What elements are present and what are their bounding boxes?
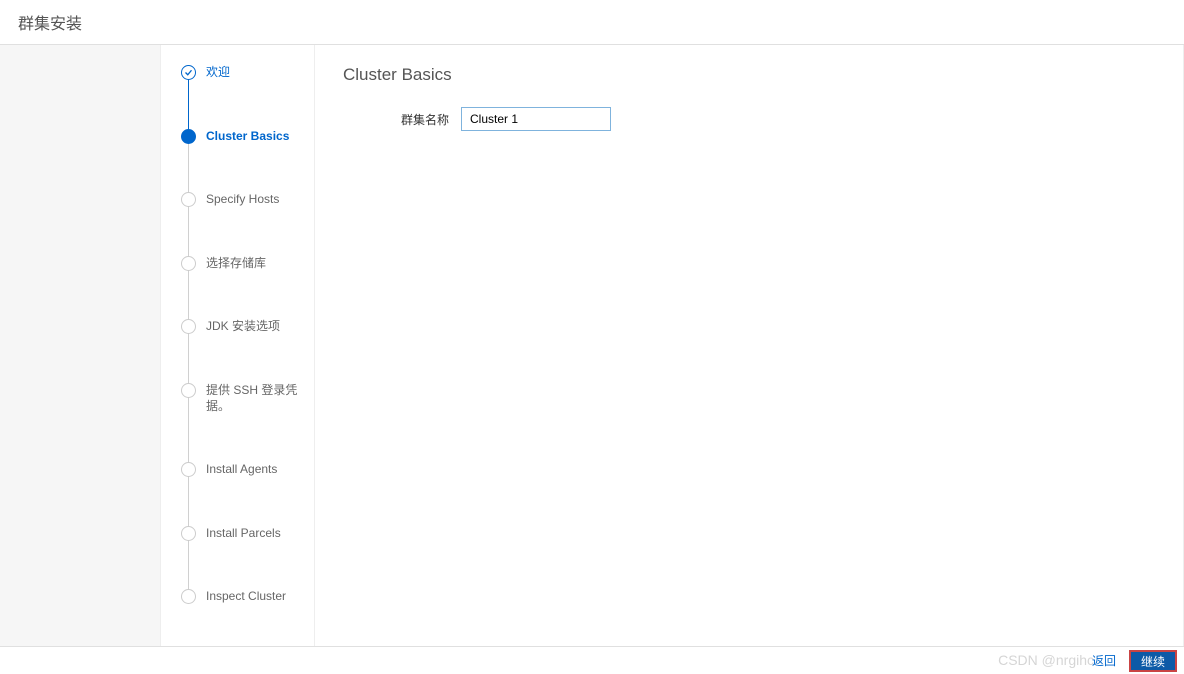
pending-step-icon bbox=[181, 256, 196, 271]
wizard-sidebar: 欢迎 Cluster Basics Specify Hosts 选择存储库 JD… bbox=[160, 45, 315, 660]
wizard-container: 欢迎 Cluster Basics Specify Hosts 选择存储库 JD… bbox=[0, 45, 1184, 660]
left-spacer bbox=[0, 45, 160, 660]
cluster-name-input[interactable] bbox=[461, 107, 611, 131]
page-header: 群集安装 bbox=[0, 0, 1184, 45]
step-select-repository[interactable]: 选择存储库 bbox=[181, 256, 299, 272]
step-label: Install Parcels bbox=[206, 526, 281, 542]
step-cluster-basics[interactable]: Cluster Basics bbox=[181, 129, 299, 145]
wizard-footer: 返回 继续 bbox=[0, 646, 1184, 674]
pending-step-icon bbox=[181, 192, 196, 207]
step-install-parcels[interactable]: Install Parcels bbox=[181, 526, 299, 542]
step-ssh-credentials[interactable]: 提供 SSH 登录凭据。 bbox=[181, 383, 299, 414]
step-install-agents[interactable]: Install Agents bbox=[181, 462, 299, 478]
step-connector bbox=[188, 75, 189, 131]
back-button[interactable]: 返回 bbox=[1084, 651, 1124, 671]
step-label: JDK 安装选项 bbox=[206, 319, 280, 335]
current-step-icon bbox=[181, 129, 196, 144]
pending-step-icon bbox=[181, 526, 196, 541]
step-label: Install Agents bbox=[206, 462, 277, 478]
pending-step-icon bbox=[181, 589, 196, 604]
step-inspect-cluster[interactable]: Inspect Cluster bbox=[181, 589, 299, 605]
step-label: 提供 SSH 登录凭据。 bbox=[206, 383, 299, 414]
continue-button[interactable]: 继续 bbox=[1130, 651, 1176, 671]
step-label: 欢迎 bbox=[206, 65, 230, 81]
step-label: 选择存储库 bbox=[206, 256, 266, 272]
cluster-name-label: 群集名称 bbox=[401, 111, 449, 128]
cluster-name-row: 群集名称 bbox=[401, 107, 1155, 131]
pending-step-icon bbox=[181, 319, 196, 334]
step-specify-hosts[interactable]: Specify Hosts bbox=[181, 192, 299, 208]
content-title: Cluster Basics bbox=[343, 65, 1155, 85]
page-title: 群集安装 bbox=[18, 16, 82, 33]
step-label: Cluster Basics bbox=[206, 129, 289, 145]
pending-step-icon bbox=[181, 383, 196, 398]
check-icon bbox=[181, 65, 196, 80]
step-label: Inspect Cluster bbox=[206, 589, 286, 605]
pending-step-icon bbox=[181, 462, 196, 477]
step-label: Specify Hosts bbox=[206, 192, 279, 208]
step-welcome[interactable]: 欢迎 bbox=[181, 65, 299, 81]
wizard-steps: 欢迎 Cluster Basics Specify Hosts 选择存储库 JD… bbox=[181, 65, 299, 605]
main-content: Cluster Basics 群集名称 bbox=[315, 45, 1184, 660]
step-jdk-options[interactable]: JDK 安装选项 bbox=[181, 319, 299, 335]
